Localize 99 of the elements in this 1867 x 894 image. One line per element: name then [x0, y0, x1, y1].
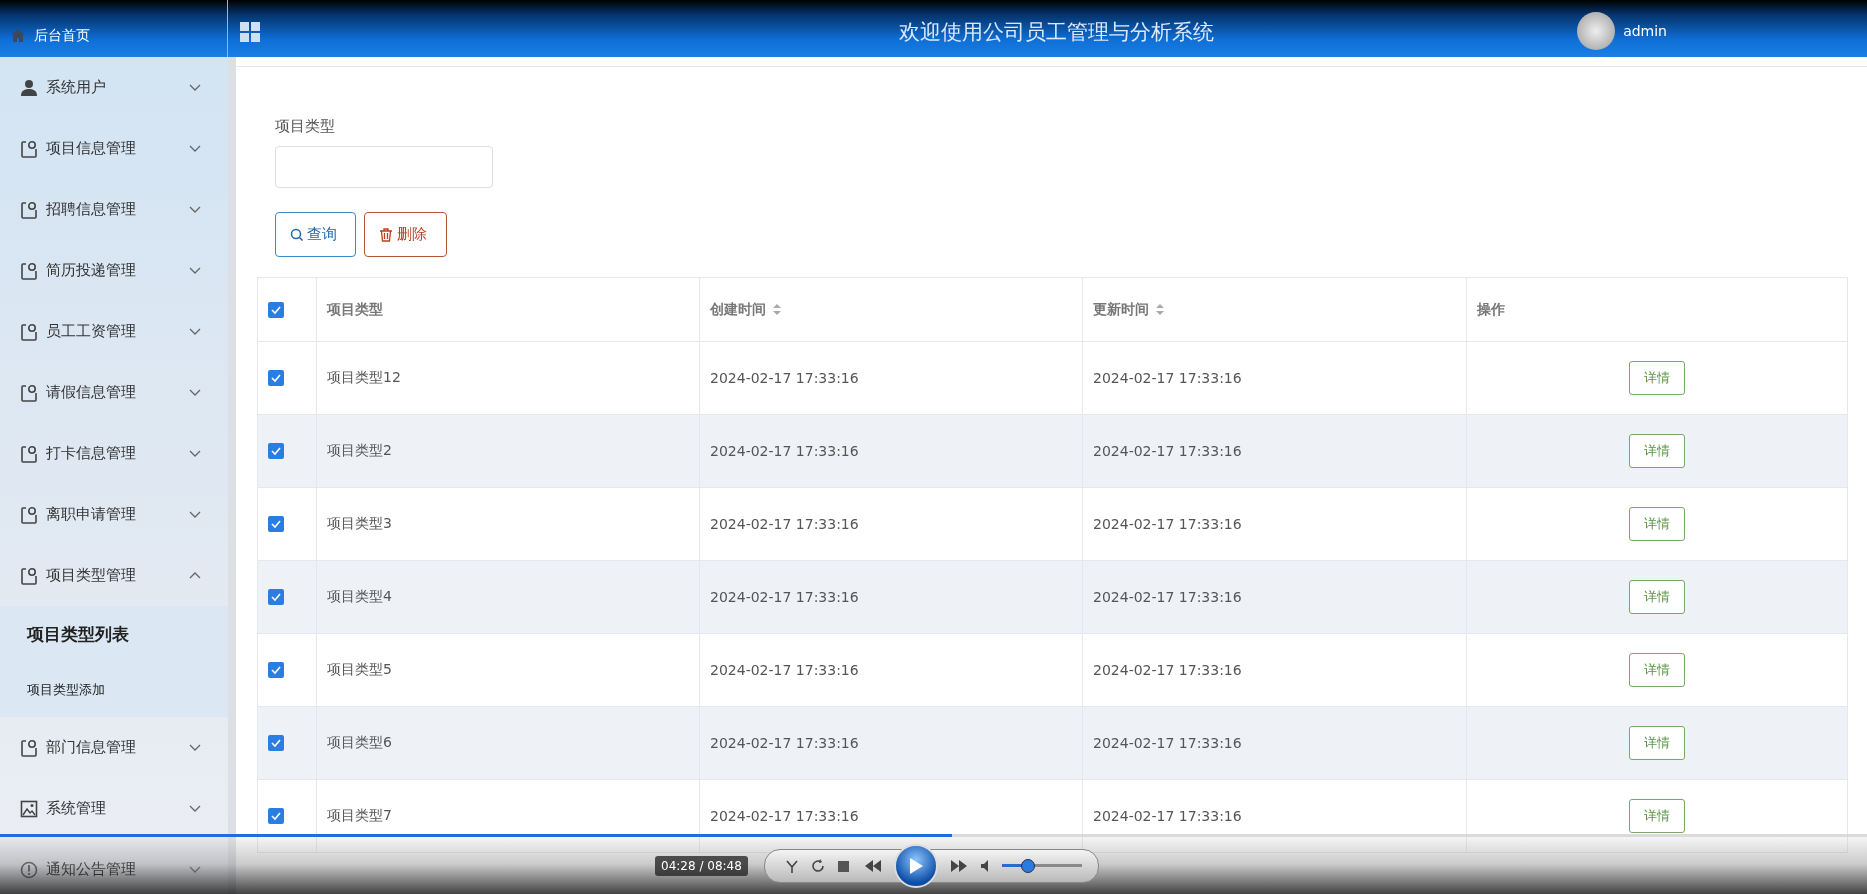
grid-menu-icon[interactable]	[240, 21, 260, 42]
table-cell: 2024-02-17 17:33:16	[710, 516, 859, 532]
document-icon	[20, 200, 38, 219]
table-cell: 2024-02-17 17:33:16	[710, 370, 859, 386]
chevron-up-icon	[188, 571, 202, 580]
menu-item[interactable]: 员工工资管理	[0, 301, 228, 362]
chevron-down-icon	[188, 327, 202, 336]
chevron-down-icon	[188, 449, 202, 458]
table-cell: 2024-02-17 17:33:16	[1093, 662, 1242, 678]
chevron-down-icon	[188, 144, 202, 153]
chevron-down-icon	[188, 266, 202, 275]
progress-track[interactable]	[0, 834, 1867, 837]
table-cell: 2024-02-17 17:33:16	[1093, 589, 1242, 605]
details-button[interactable]: 详情	[1629, 726, 1685, 760]
document-icon	[20, 322, 38, 341]
document-icon	[20, 566, 38, 585]
chevron-down-icon	[188, 388, 202, 397]
checkbox[interactable]	[268, 443, 284, 459]
table-cell: 2024-02-17 17:33:16	[1093, 516, 1242, 532]
menu-item[interactable]: 项目类型管理	[0, 545, 228, 606]
table-cell: 项目类型2	[327, 442, 392, 458]
chevron-down-icon	[188, 743, 202, 752]
chevron-down-icon	[188, 83, 202, 92]
details-button[interactable]: 详情	[1629, 653, 1685, 687]
avatar[interactable]	[1577, 11, 1616, 50]
checkbox[interactable]	[268, 301, 284, 318]
table-cell: 项目类型7	[327, 807, 392, 823]
field-label: 项目类型	[275, 117, 336, 136]
checkbox[interactable]	[268, 662, 284, 678]
table-cell: 2024-02-17 17:33:16	[1093, 808, 1242, 824]
table-cell: 2024-02-17 17:33:16	[1093, 443, 1242, 459]
table-cell: 2024-02-17 17:33:16	[710, 735, 859, 751]
table-cell: 2024-02-17 17:33:16	[710, 589, 859, 605]
document-icon	[20, 444, 38, 463]
document-icon	[20, 261, 38, 280]
chevron-down-icon	[188, 205, 202, 214]
details-button[interactable]: 详情	[1629, 507, 1685, 541]
column-header[interactable]: 更新时间	[1093, 300, 1149, 319]
details-button[interactable]: 详情	[1629, 434, 1685, 468]
column-header: 项目类型	[327, 300, 383, 319]
details-button[interactable]: 详情	[1629, 580, 1685, 614]
checkbox[interactable]	[268, 516, 284, 532]
search-button[interactable]: 查询	[275, 212, 356, 257]
menu-item[interactable]: 简历投递管理	[0, 240, 228, 301]
menu-item[interactable]: 离职申请管理	[0, 484, 228, 545]
details-button[interactable]: 详情	[1629, 361, 1685, 395]
search-icon	[290, 228, 303, 241]
table-cell: 项目类型4	[327, 588, 392, 604]
checkbox[interactable]	[268, 589, 284, 605]
chevron-down-icon	[188, 865, 202, 874]
document-icon	[20, 738, 38, 757]
fast-forward-icon[interactable]	[949, 859, 968, 873]
submenu-item[interactable]: 项目类型列表	[0, 606, 228, 663]
menu-item[interactable]: 部门信息管理	[0, 717, 228, 778]
chevron-down-icon	[188, 510, 202, 519]
playback-time: 04:28 / 08:48	[655, 856, 748, 876]
sort-icon[interactable]	[1155, 303, 1165, 316]
trash-icon	[379, 227, 393, 242]
table-cell: 2024-02-17 17:33:16	[710, 662, 859, 678]
column-header[interactable]: 创建时间	[710, 300, 766, 319]
table-cell: 2024-02-17 17:33:16	[1093, 370, 1242, 386]
table-cell: 2024-02-17 17:33:16	[710, 443, 859, 459]
delete-button[interactable]: 删除	[364, 212, 447, 257]
checkbox[interactable]	[268, 735, 284, 751]
menu-item[interactable]: 招聘信息管理	[0, 179, 228, 240]
checkbox[interactable]	[268, 808, 284, 824]
document-icon	[20, 383, 38, 402]
checkbox[interactable]	[268, 370, 284, 386]
image-icon	[20, 799, 38, 818]
table-cell: 2024-02-17 17:33:16	[710, 808, 859, 824]
chevron-down-icon	[188, 804, 202, 813]
menu-item[interactable]: 系统用户	[0, 57, 228, 118]
document-icon	[20, 505, 38, 524]
table-cell: 2024-02-17 17:33:16	[1093, 735, 1242, 751]
info-icon	[20, 860, 38, 879]
house-icon	[10, 28, 26, 43]
stop-icon[interactable]	[836, 859, 850, 873]
volume-handle[interactable]	[1021, 859, 1036, 873]
speaker-icon[interactable]	[979, 859, 990, 873]
input-field[interactable]	[275, 146, 493, 188]
page-title: 欢迎使用公司员工管理与分析系统	[898, 18, 1216, 46]
submenu-item[interactable]: 项目类型添加	[0, 663, 228, 717]
user-name: admin	[1623, 22, 1667, 39]
details-button[interactable]: 详情	[1629, 799, 1685, 833]
document-icon	[20, 139, 38, 158]
play-icon	[907, 857, 924, 875]
repeat-icon[interactable]	[810, 859, 825, 873]
table-cell: 项目类型3	[327, 515, 392, 531]
menu-item[interactable]: 项目信息管理	[0, 118, 228, 179]
menu-item[interactable]: 通知公告管理	[0, 839, 228, 894]
table-cell: 项目类型12	[327, 369, 401, 385]
menu-item[interactable]: 打卡信息管理	[0, 423, 228, 484]
table-cell: 项目类型5	[327, 661, 392, 677]
menu-item[interactable]: 请假信息管理	[0, 362, 228, 423]
column-header: 操作	[1477, 300, 1505, 319]
table-cell: 项目类型6	[327, 734, 392, 750]
sort-icon[interactable]	[772, 303, 782, 316]
user-icon	[20, 78, 38, 97]
menu-item[interactable]: 系统管理	[0, 778, 228, 839]
